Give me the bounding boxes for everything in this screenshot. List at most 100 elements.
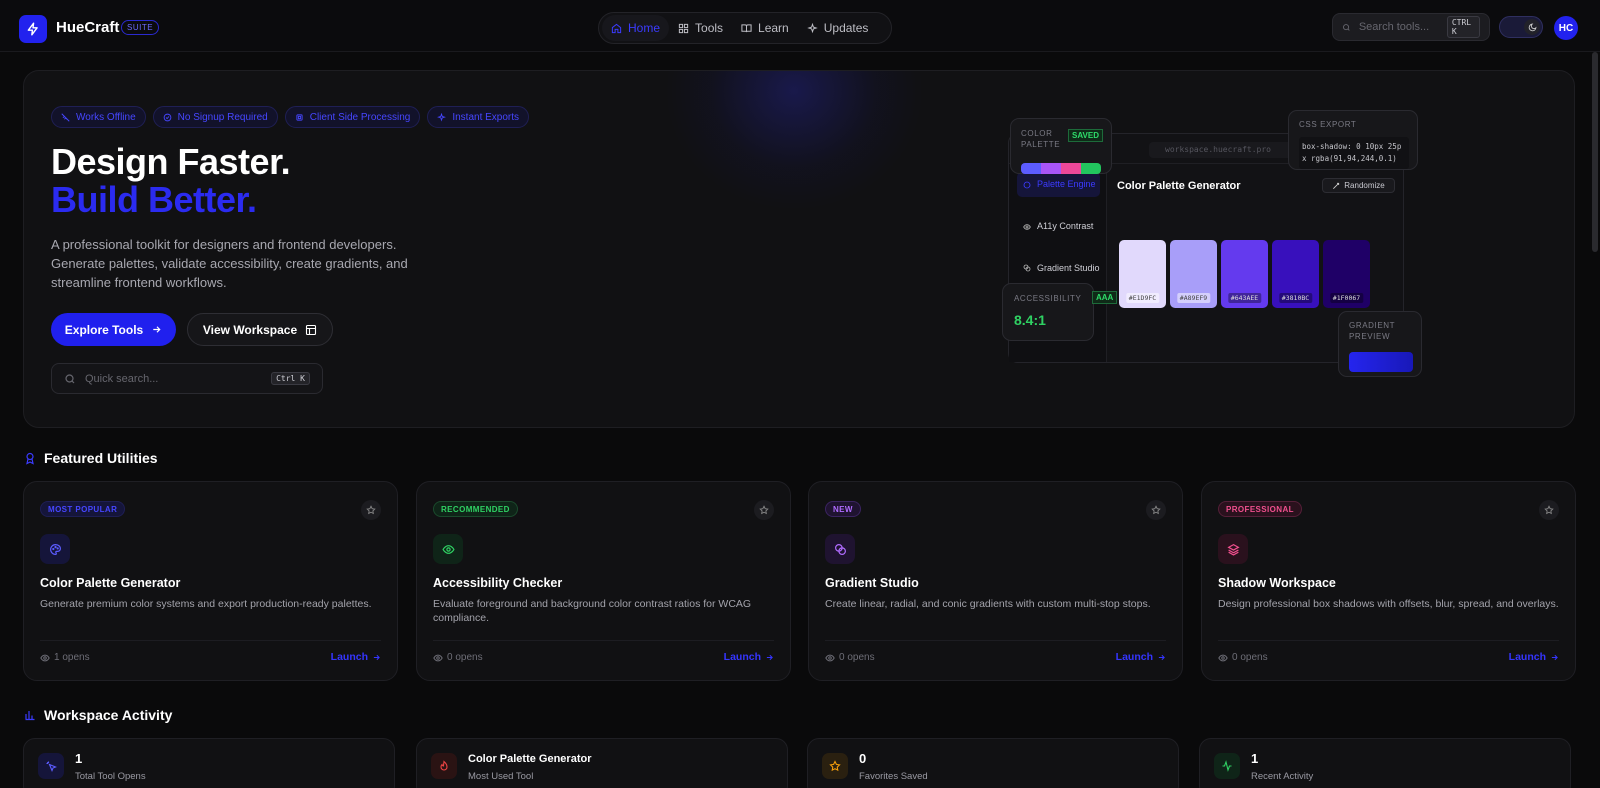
palette-bar-segment xyxy=(1021,163,1041,174)
swatch-hex: #A89EF9 xyxy=(1176,293,1211,303)
tool-name: Accessibility Checker xyxy=(433,576,563,590)
quick-search-shortcut: Ctrl K xyxy=(271,372,310,385)
palette-card-label: COLOR PALETTE xyxy=(1021,129,1061,149)
palette-icon xyxy=(49,543,61,555)
tool-card-gradient[interactable]: NEW Gradient Studio Create linear, radia… xyxy=(808,481,1183,681)
tool-card-palette[interactable]: MOST POPULAR Color Palette Generator Gen… xyxy=(23,481,398,681)
randomize-label: Randomize xyxy=(1344,181,1385,190)
accessibility-label: ACCESSIBILITY xyxy=(1014,294,1082,303)
stat-label: Most Used Tool xyxy=(468,771,534,782)
swatch-hex: #3810BC xyxy=(1278,293,1313,303)
stat-recent-activity: 1 Recent Activity xyxy=(1199,738,1571,788)
quick-search-input[interactable] xyxy=(85,372,263,385)
css-export-code: box-shadow: 0 10px 25p x rgba(91,94,244,… xyxy=(1299,137,1409,169)
chip-instant-exports: Instant Exports xyxy=(427,106,530,128)
search-shortcut: CTRL K xyxy=(1446,16,1480,38)
stat-favorites: 0 Favorites Saved xyxy=(807,738,1179,788)
stat-value: 1 xyxy=(75,751,83,766)
randomize-button[interactable]: Randomize xyxy=(1322,178,1395,193)
sparkle-icon xyxy=(806,22,818,33)
nav-tools-label: Tools xyxy=(695,21,724,35)
nav-home[interactable]: Home xyxy=(602,15,670,41)
nav-home-label: Home xyxy=(628,21,661,35)
eye-icon xyxy=(1023,223,1031,230)
header-search-input[interactable] xyxy=(1358,21,1439,33)
stat-label: Recent Activity xyxy=(1251,771,1314,782)
avatar[interactable]: HC xyxy=(1554,16,1578,40)
bolt-icon xyxy=(27,22,38,36)
favorite-button[interactable] xyxy=(754,500,774,520)
divider xyxy=(40,640,381,641)
activity-heading: Workspace Activity xyxy=(24,707,172,723)
view-workspace-button[interactable]: View Workspace xyxy=(187,313,333,346)
main-nav: Home Tools Learn Updates xyxy=(598,12,892,44)
nav-learn[interactable]: Learn xyxy=(732,15,798,41)
stat-most-used: Color Palette Generator Most Used Tool xyxy=(416,738,788,788)
eye-icon xyxy=(441,544,455,554)
favorite-button[interactable] xyxy=(361,500,381,520)
eye-icon xyxy=(1218,654,1228,661)
nav-tools[interactable]: Tools xyxy=(669,15,732,41)
explore-tools-button[interactable]: Explore Tools xyxy=(51,313,176,346)
swatch[interactable]: #A89EF9 xyxy=(1170,240,1217,308)
eye-icon xyxy=(433,654,443,661)
swatch[interactable]: #1F0067 xyxy=(1323,240,1370,308)
chip-no-signup: No Signup Required xyxy=(152,106,278,128)
mockup-sidebar-item-palette[interactable]: Palette Engine xyxy=(1017,172,1100,197)
tool-card-accessibility[interactable]: RECOMMENDED Accessibility Checker Evalua… xyxy=(416,481,791,681)
featured-title: Featured Utilities xyxy=(44,450,158,466)
stat-total-opens: 1 Total Tool Opens xyxy=(23,738,395,788)
chip-client-side: Client Side Processing xyxy=(284,106,421,128)
palette-swatches: #E1D9FC #A89EF9 #643AEE #3810BC #1F0067 xyxy=(1119,240,1370,308)
logo[interactable] xyxy=(19,15,47,43)
stat-icon xyxy=(1214,753,1240,779)
star-icon xyxy=(366,505,376,515)
arrow-right-icon xyxy=(373,654,380,660)
tool-description: Generate premium color systems and expor… xyxy=(40,598,372,610)
nav-updates-label: Updates xyxy=(823,21,869,35)
feature-chips: Works Offline No Signup Required Client … xyxy=(51,106,530,128)
tag-badge: RECOMMENDED xyxy=(433,501,518,517)
swatch[interactable]: #E1D9FC xyxy=(1119,240,1166,308)
launch-link[interactable]: Launch xyxy=(1509,651,1559,663)
swatch[interactable]: #643AEE xyxy=(1221,240,1268,308)
tool-name: Color Palette Generator xyxy=(40,576,181,590)
mockup-sidebar-item-gradient[interactable]: Gradient Studio xyxy=(1017,256,1100,280)
theme-toggle[interactable] xyxy=(1499,16,1543,38)
page-scrollbar[interactable] xyxy=(1592,52,1598,252)
contrast-ratio: 8.4:1 xyxy=(1014,312,1046,328)
opens-count: 1 opens xyxy=(40,652,90,663)
tool-icon xyxy=(1218,534,1248,564)
chip-offline: Works Offline xyxy=(51,106,146,128)
launch-link[interactable]: Launch xyxy=(331,651,381,663)
nav-updates[interactable]: Updates xyxy=(798,15,878,41)
tool-card-shadow[interactable]: PROFESSIONAL Shadow Workspace Design pro… xyxy=(1201,481,1576,681)
favorite-button[interactable] xyxy=(1146,500,1166,520)
stat-icon xyxy=(431,753,457,779)
moon-icon xyxy=(1528,23,1536,31)
arrow-right-icon xyxy=(1551,654,1558,660)
search-icon xyxy=(1343,23,1350,31)
launch-link[interactable]: Launch xyxy=(1116,651,1166,663)
launch-link[interactable]: Launch xyxy=(724,651,774,663)
arrow-right-icon xyxy=(766,654,773,660)
sparkle-icon xyxy=(437,112,447,122)
header-search[interactable]: CTRL K xyxy=(1332,13,1490,41)
featured-heading: Featured Utilities xyxy=(24,450,158,466)
award-icon xyxy=(26,452,34,465)
favorite-button[interactable] xyxy=(1539,500,1559,520)
brand-name[interactable]: HueCraft xyxy=(56,19,119,36)
grid-icon xyxy=(678,23,689,33)
opens-count: 0 opens xyxy=(433,652,483,663)
star-icon xyxy=(829,760,841,772)
swatch-hex: #E1D9FC xyxy=(1125,293,1160,303)
chip-label: Works Offline xyxy=(76,111,136,123)
hero-subtitle: A professional toolkit for designers and… xyxy=(51,237,408,290)
gradient-preview-label: GRADIENT PREVIEW xyxy=(1349,321,1396,341)
swatch[interactable]: #3810BC xyxy=(1272,240,1319,308)
aaa-badge: AAA xyxy=(1092,291,1118,304)
stat-icon xyxy=(822,753,848,779)
quick-search[interactable]: Ctrl K xyxy=(51,363,323,394)
mockup-sidebar-item-contrast[interactable]: A11y Contrast xyxy=(1017,214,1100,239)
swatch-hex: #1F0067 xyxy=(1329,293,1364,303)
